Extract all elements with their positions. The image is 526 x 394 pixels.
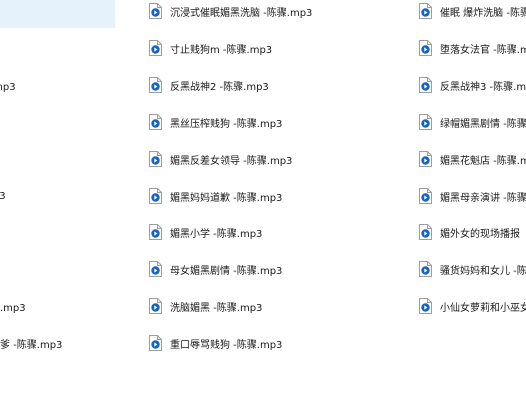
media-audio-file-icon [418,40,432,56]
file-item[interactable]: 沉浸式催眠媚黑洗脑 -陈骤.mp3 [145,0,345,28]
media-audio-file-icon [148,261,162,277]
media-audio-file-icon [148,114,162,130]
file-name: 反黑战神2 -陈骤.mp3 [170,81,269,93]
media-audio-file-icon [418,77,432,93]
file-item[interactable]: 媚外女的现场播报 [415,215,526,249]
file-item[interactable]: .mp3 [0,179,115,213]
file-item[interactable]: 催眠 爆炸洗脑 -陈骤.mp3 [415,0,526,28]
file-name: 媚黑小学 -陈骤.mp3 [170,228,263,240]
media-audio-file-icon [148,77,162,93]
file-name: 骚货妈妈和女儿 -陈骤.mp3 [440,265,526,277]
file-item[interactable]: 重口辱骂贱狗 -陈骤.mp3 [145,326,345,360]
file-item[interactable]: 3 [0,31,115,65]
media-audio-file-icon [418,261,432,277]
file-item[interactable]: 堕落女法官 -陈骤.mp3 [415,31,526,65]
file-name: 洗脑媚黑 -陈骤.mp3 [170,302,263,314]
file-item[interactable] [0,252,115,286]
file-name: 小仙女萝莉和小巫女 [440,302,526,314]
file-item[interactable]: 洗脑媚黑 -陈骤.mp3 [145,289,345,323]
file-name: 反黑战神3 -陈骤.mp3 [440,81,526,93]
file-item[interactable]: 媚黑反差女领导 -陈骤.mp3 [145,142,345,176]
file-item[interactable]: 媚黑小学 -陈骤.mp3 [145,215,345,249]
file-item[interactable]: 绿帽媚黑剧情 -陈骤.mp3 [415,105,526,139]
file-item[interactable] [0,215,115,249]
file-item[interactable]: 黑丝压榨贱狗 -陈骤.mp3 [145,105,345,139]
file-item[interactable]: 媚黑母亲演讲 -陈骤.mp3 [415,179,526,213]
media-audio-file-icon [148,335,162,351]
file-item[interactable]: p3 [0,0,115,28]
file-item[interactable]: 媚黑妈妈道歉 -陈骤.mp3 [145,179,345,213]
file-list-pane: p3 3 骤.mp3 p3 .mp3 陈骤.mp3 于黑爹 -陈骤.mp3 沉浸式催眠媚黑洗脑… [0,0,526,394]
file-name: 媚黑花魁店 -陈骤.mp3 [440,155,526,167]
media-audio-file-icon [148,298,162,314]
file-name: 母女媚黑剧情 -陈骤.mp3 [170,265,283,277]
file-item[interactable]: 小仙女萝莉和小巫女 [415,289,526,323]
media-audio-file-icon [148,224,162,240]
media-audio-file-icon [418,298,432,314]
media-audio-file-icon [418,188,432,204]
media-audio-file-icon [148,40,162,56]
file-name: 媚黑母亲演讲 -陈骤.mp3 [440,192,526,204]
media-audio-file-icon [148,3,162,19]
file-item[interactable]: p3 [0,142,115,176]
file-name: .mp3 [0,190,6,202]
file-item[interactable] [0,105,115,139]
media-audio-file-icon [418,114,432,130]
file-name: 媚黑反差女领导 -陈骤.mp3 [170,155,293,167]
media-audio-file-icon [148,151,162,167]
file-name: 绿帽媚黑剧情 -陈骤.mp3 [440,118,526,130]
file-name: 骤.mp3 [0,81,16,93]
file-name: 于黑爹 -陈骤.mp3 [0,339,63,351]
file-item[interactable]: 于黑爹 -陈骤.mp3 [0,326,115,360]
file-item[interactable]: 寸止贱狗m -陈骤.mp3 [145,31,345,65]
media-audio-file-icon [418,151,432,167]
file-name: 媚黑妈妈道歉 -陈骤.mp3 [170,192,283,204]
media-audio-file-icon [418,224,432,240]
file-name: 堕落女法官 -陈骤.mp3 [440,44,526,56]
media-audio-file-icon [418,3,432,19]
file-name: 陈骤.mp3 [0,302,26,314]
file-item[interactable]: 媚黑花魁店 -陈骤.mp3 [415,142,526,176]
file-item[interactable]: 骤.mp3 [0,68,115,102]
file-name: 沉浸式催眠媚黑洗脑 -陈骤.mp3 [170,7,313,19]
file-name: 寸止贱狗m -陈骤.mp3 [170,44,273,56]
file-item[interactable]: 骚货妈妈和女儿 -陈骤.mp3 [415,252,526,286]
file-item[interactable]: 反黑战神3 -陈骤.mp3 [415,68,526,102]
file-item[interactable]: 陈骤.mp3 [0,289,115,323]
file-name: 催眠 爆炸洗脑 -陈骤.mp3 [440,7,526,19]
file-name: 媚外女的现场播报 [440,228,520,240]
file-name: 重口辱骂贱狗 -陈骤.mp3 [170,339,283,351]
file-name: 黑丝压榨贱狗 -陈骤.mp3 [170,118,283,130]
media-audio-file-icon [148,188,162,204]
file-item[interactable]: 反黑战神2 -陈骤.mp3 [145,68,345,102]
file-item[interactable]: 母女媚黑剧情 -陈骤.mp3 [145,252,345,286]
